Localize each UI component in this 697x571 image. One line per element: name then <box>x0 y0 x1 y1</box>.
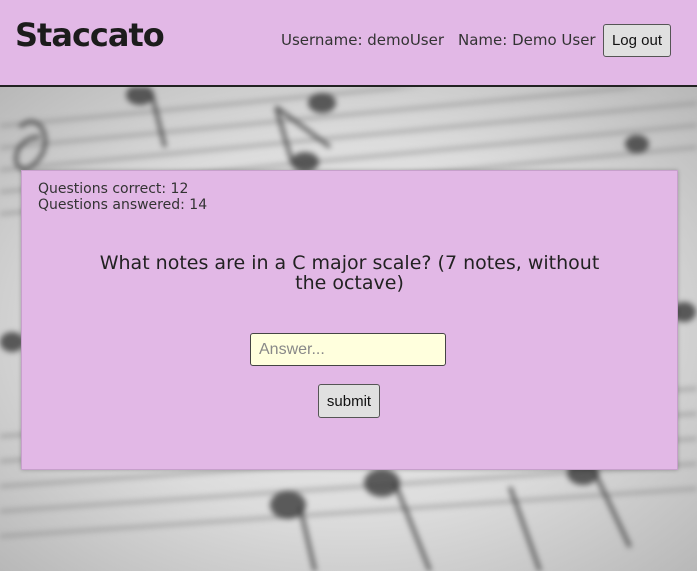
quiz-card: Questions correct: 12 Questions answered… <box>21 170 678 470</box>
user-fullname-label: Name: Demo User <box>458 31 596 49</box>
answer-input[interactable] <box>250 333 446 366</box>
questions-correct-count: Questions correct: 12 <box>38 181 189 197</box>
top-header: Staccato Username: demoUser Name: Demo U… <box>0 0 697 87</box>
logout-button[interactable]: Log out <box>603 24 671 57</box>
submit-button[interactable]: submit <box>318 384 380 418</box>
app-logo: Staccato <box>15 16 165 54</box>
username-label: Username: demoUser <box>281 31 445 49</box>
questions-answered-count: Questions answered: 14 <box>38 197 208 213</box>
question-text: What notes are in a C major scale? (7 no… <box>99 252 600 294</box>
